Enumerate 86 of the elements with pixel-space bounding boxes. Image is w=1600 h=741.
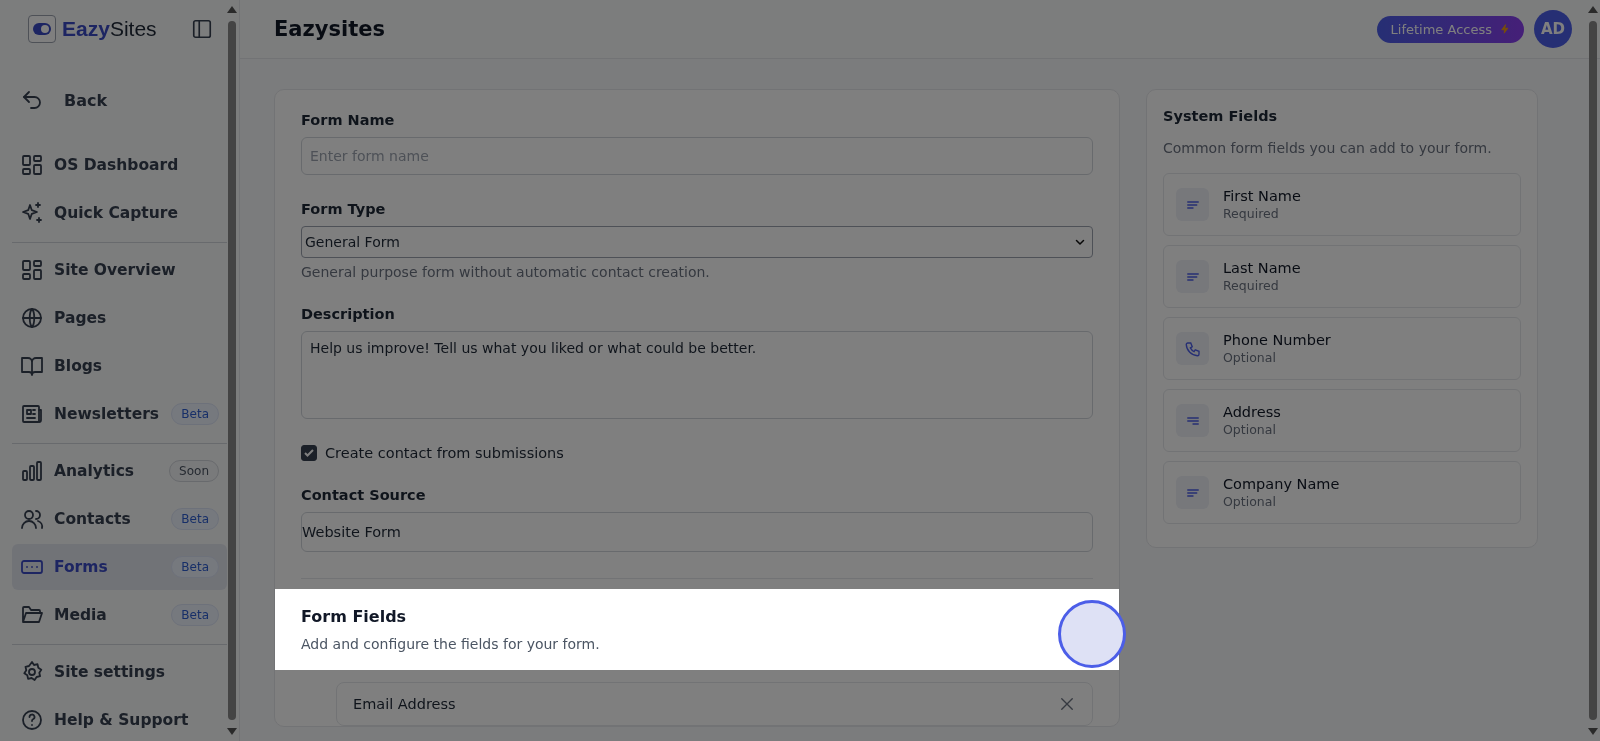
system-field-item[interactable]: First Name Required: [1163, 173, 1521, 236]
status-badge: Beta: [171, 556, 219, 578]
scrollbar[interactable]: [227, 6, 237, 735]
section-title: Form Fields: [301, 607, 408, 626]
field-label: Form Type: [301, 201, 387, 217]
help-icon: [20, 708, 44, 732]
dropdown[interactable]: General Form: [301, 226, 1093, 258]
nav-item[interactable]: Site Overview: [12, 247, 227, 293]
system-field-item[interactable]: Last Name Required: [1163, 245, 1521, 308]
bar-chart-icon: [20, 459, 44, 483]
input-field[interactable]: Website Form: [301, 512, 1093, 552]
plan-badge[interactable]: Lifetime Access: [1376, 15, 1524, 43]
lines-icon: [1176, 188, 1209, 221]
nav-item[interactable]: Newsletters Beta: [12, 391, 227, 437]
nav-label: OS Dashboard: [54, 156, 180, 174]
logo-icon: [28, 15, 56, 43]
nav-label: Help & Support: [54, 711, 190, 729]
lines-icon: [1176, 404, 1209, 437]
nav-label: Blogs: [54, 357, 104, 375]
field-name: Address: [1223, 404, 1281, 420]
nav-item[interactable]: Contacts Beta: [12, 496, 227, 542]
sidebar-toggle-icon[interactable]: [190, 18, 213, 40]
nav-label: Forms: [54, 558, 109, 576]
users-icon: [20, 507, 44, 531]
back-arrow-icon: [20, 88, 44, 112]
nav-item[interactable]: Media Beta: [12, 592, 227, 638]
nav-label: Media: [54, 606, 108, 624]
field-name: Last Name: [1223, 260, 1301, 276]
field-label: Contact Source: [301, 487, 427, 503]
lines-icon: [1176, 260, 1209, 293]
nav-label: Site Overview: [54, 261, 177, 279]
newspaper-icon: [20, 402, 44, 426]
avatar[interactable]: AD: [1534, 10, 1572, 48]
book-icon: [20, 354, 44, 378]
section-subtitle: Add and configure the fields for your form.: [301, 636, 601, 652]
field-name: Company Name: [1223, 476, 1340, 492]
field-name: First Name: [1223, 188, 1301, 204]
nav-label: Newsletters: [54, 405, 161, 423]
nav-item[interactable]: Analytics Soon: [12, 448, 227, 494]
requirement-text: Optional: [1223, 494, 1277, 509]
hint-text: General purpose form without automatic contact creation.: [301, 264, 711, 280]
requirement-text: Required: [1223, 206, 1280, 221]
card-subtitle: Common form fields you can add to your form.: [1163, 140, 1493, 156]
nav-item[interactable]: Pages: [12, 295, 227, 341]
nav-label: Quick Capture: [54, 204, 179, 222]
logo-text: EazySites: [62, 17, 157, 41]
field-label: Form Name: [301, 112, 396, 128]
nav-label: Site settings: [54, 663, 167, 681]
system-field-item[interactable]: Company Name Optional: [1163, 461, 1521, 524]
checkbox[interactable]: [301, 445, 317, 461]
system-field-item[interactable]: Address Optional: [1163, 389, 1521, 452]
lines-icon: [1176, 476, 1209, 509]
grid-icon: [20, 258, 44, 282]
text-area[interactable]: Help us improve! Tell us what you liked or what could be better.: [301, 331, 1093, 419]
card-title: System Fields: [1163, 108, 1279, 124]
phone-icon: [1176, 332, 1209, 365]
nav-item[interactable]: Quick Capture: [12, 190, 227, 236]
field-name: Email Address: [353, 696, 456, 712]
field-name: Phone Number: [1223, 332, 1331, 348]
nav-item[interactable]: Blogs: [12, 343, 227, 389]
status-badge: Beta: [171, 604, 219, 626]
grid-icon: [20, 153, 44, 177]
close-icon[interactable]: [1058, 695, 1076, 713]
sparkles-icon: [20, 201, 44, 225]
back-button[interactable]: Back: [12, 78, 116, 122]
requirement-text: Optional: [1223, 350, 1277, 365]
nav-label: Pages: [54, 309, 108, 327]
system-field-item[interactable]: Phone Number Optional: [1163, 317, 1521, 380]
status-badge: Beta: [171, 508, 219, 530]
status-badge: Beta: [171, 403, 219, 425]
nav-item[interactable]: Forms Beta: [12, 544, 227, 590]
nav-label: Analytics: [54, 462, 136, 480]
status-badge: Soon: [169, 460, 219, 482]
field-label: Description: [301, 306, 396, 322]
nav-item[interactable]: Site settings: [12, 649, 227, 695]
requirement-text: Required: [1223, 278, 1280, 293]
globe-icon: [20, 306, 44, 330]
check-icon: [303, 447, 315, 459]
lightning-icon: [1500, 22, 1510, 36]
nav-item[interactable]: OS Dashboard: [12, 142, 227, 188]
checkbox-label: Create contact from submissions: [325, 445, 564, 461]
requirement-text: Optional: [1223, 422, 1277, 437]
page-title: Eazysites: [274, 17, 386, 41]
gear-icon: [20, 660, 44, 684]
nav-item[interactable]: Help & Support: [12, 697, 227, 741]
nav-label: Contacts: [54, 510, 132, 528]
